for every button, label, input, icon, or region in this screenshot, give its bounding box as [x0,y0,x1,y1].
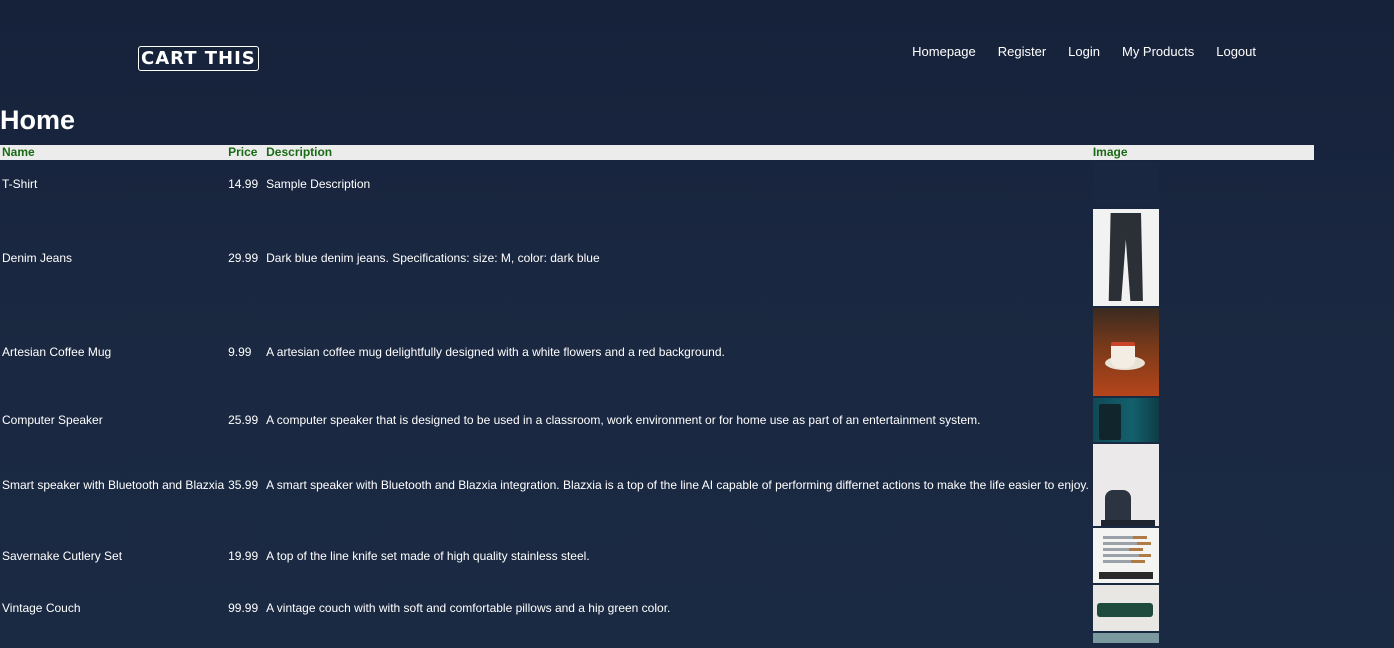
products-table: Name Price Description Image T-Shirt 14.… [0,145,1314,644]
table-row: Artesian Coffee Mug 9.99 A artesian coff… [0,307,1314,397]
product-description: A computer speaker that is designed to b… [266,413,981,427]
column-header-image: Image [1090,145,1314,160]
product-description: A vintage couch with with soft and comfo… [266,601,671,615]
product-image [1092,209,1159,306]
nav-register[interactable]: Register [998,44,1046,59]
product-name: Smart speaker with Bluetooth and Blazxia [2,478,225,492]
product-price: 29.99 [228,250,259,265]
product-price: 25.99 [228,413,259,427]
product-name: T-Shirt [2,177,38,191]
product-name: Computer Speaker [2,413,103,427]
product-description: A artesian coffee mug delightfully desig… [266,345,725,359]
main-nav: Homepage Register Login My Products Logo… [912,44,1256,59]
column-header-name: Name [0,145,227,160]
product-name: Denim Jeans [2,250,73,265]
product-price: 35.99 [228,478,259,492]
table-row: Savernake Cutlery Set 19.99 A top of the… [0,527,1314,584]
product-price: 14.99 [228,177,259,191]
table-row: Computer Speaker 25.99 A computer speake… [0,397,1314,443]
product-description: Dark blue denim jeans. Specifications: s… [266,250,600,265]
nav-homepage[interactable]: Homepage [912,44,976,59]
product-name: Artesian Coffee Mug [2,345,112,359]
nav-my-products[interactable]: My Products [1122,44,1194,59]
page: CART THIS Homepage Register Login My Pro… [0,0,1394,648]
product-image [1092,528,1159,583]
nav-logout[interactable]: Logout [1216,44,1256,59]
product-price: 99.99 [228,601,259,615]
page-title: Home [0,105,76,135]
product-image [1092,444,1159,526]
product-image [1092,162,1159,206]
table-header-row: Name Price Description Image [0,145,1314,160]
table-row-partial [0,632,1314,644]
nav-login[interactable]: Login [1068,44,1100,59]
product-price: 9.99 [228,345,252,359]
table-row: Vintage Couch 99.99 A vintage couch with… [0,584,1314,632]
product-image [1092,633,1159,643]
product-image [1092,308,1159,396]
product-name: Vintage Couch [2,601,81,615]
product-description: A top of the line knife set made of high… [266,548,590,563]
table-row: Denim Jeans 29.99 Dark blue denim jeans.… [0,208,1314,307]
product-description: A smart speaker with Bluetooth and Blazx… [266,478,1089,492]
product-price: 19.99 [228,548,259,563]
product-name: Savernake Cutlery Set [2,548,123,563]
table-row: T-Shirt 14.99 Sample Description [0,160,1314,208]
table-row: Smart speaker with Bluetooth and Blazxia… [0,443,1314,527]
product-description: Sample Description [266,177,371,191]
column-header-description: Description [264,145,1091,160]
product-image [1092,398,1159,442]
product-image [1092,585,1159,631]
column-header-price: Price [226,145,265,160]
logo[interactable]: CART THIS [138,46,259,71]
